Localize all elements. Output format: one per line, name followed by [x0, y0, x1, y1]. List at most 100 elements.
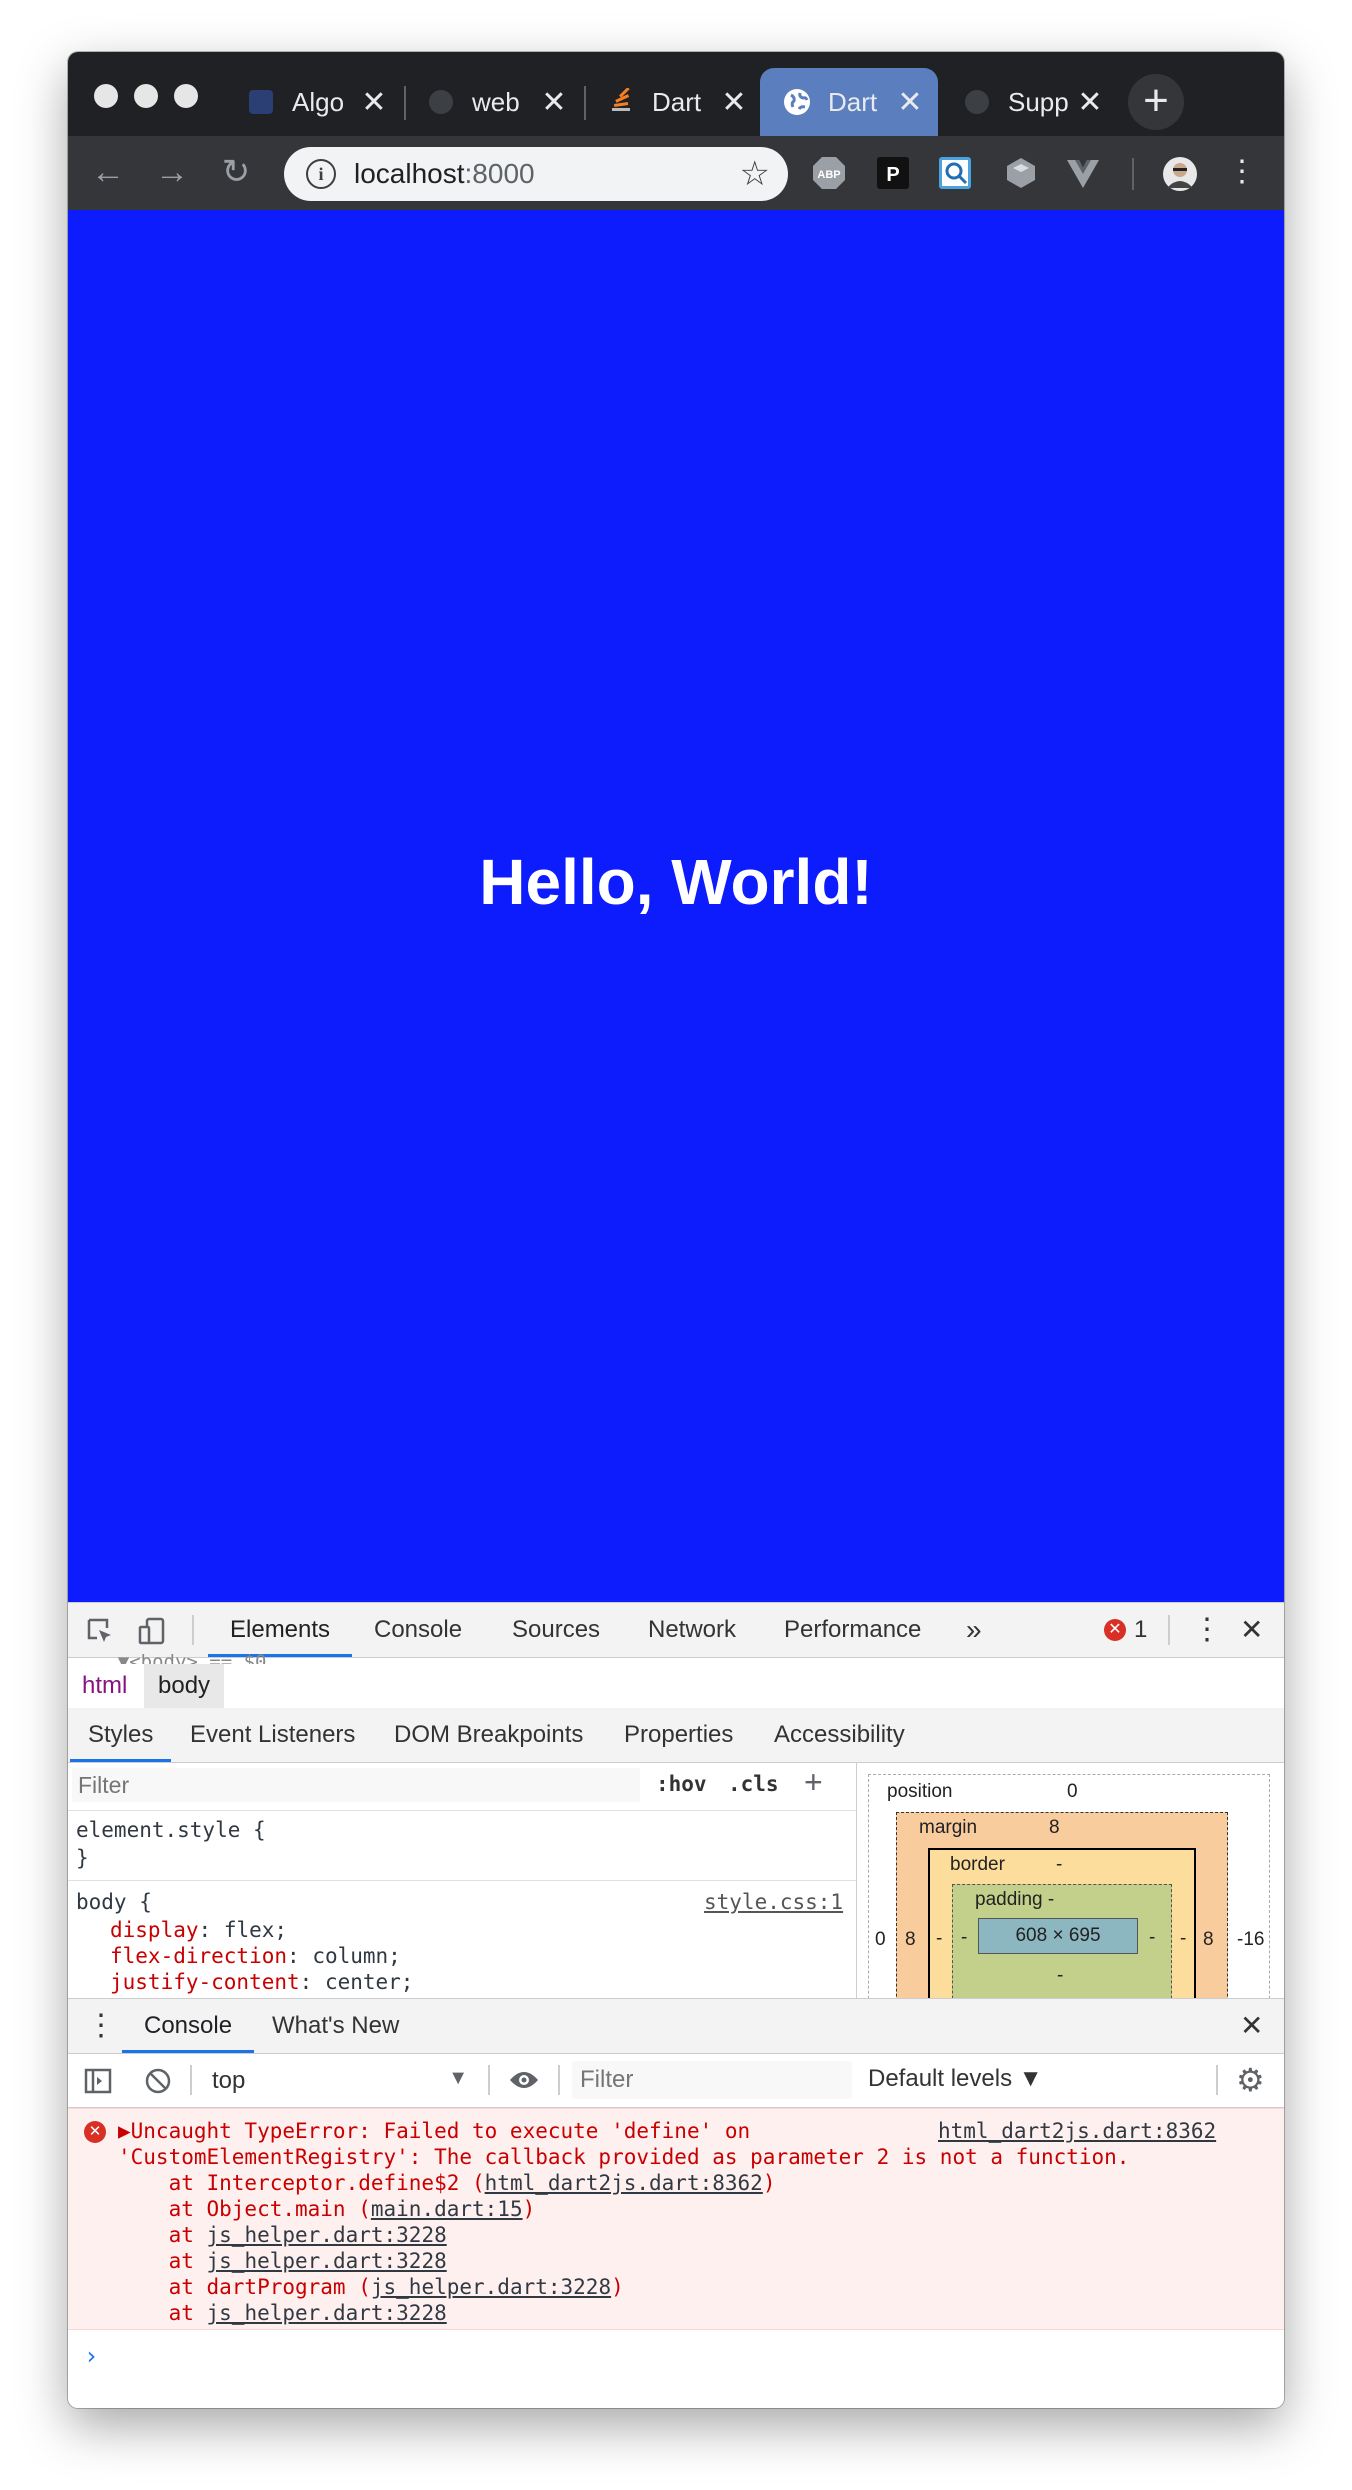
dom-tree-truncated[interactable]: ... ▼<body> == $0: [72, 1652, 266, 1664]
style-source-link[interactable]: style.css:1: [704, 1890, 843, 1914]
breadcrumb-html[interactable]: html: [68, 1664, 141, 1708]
new-style-rule-icon[interactable]: +: [804, 1764, 823, 1801]
breadcrumb: html body: [68, 1664, 1284, 1709]
error-icon[interactable]: ✕: [1104, 1619, 1126, 1641]
chrome-menu-icon[interactable]: ⋮: [1220, 150, 1264, 194]
tab-title: Dart: [828, 86, 878, 117]
stack-frame-link[interactable]: js_helper.dart:3228: [207, 2223, 447, 2247]
bookmark-star-icon[interactable]: ☆: [740, 154, 770, 194]
tab-web[interactable]: web ✕: [404, 68, 582, 136]
tab-algo[interactable]: Algo ✕: [224, 68, 402, 136]
console-settings-gear-icon[interactable]: ⚙: [1236, 2061, 1265, 2099]
tab-console[interactable]: Console: [374, 1603, 462, 1657]
tab-dart-active[interactable]: Dart ✕: [760, 68, 938, 136]
close-tab-icon[interactable]: ✕: [360, 85, 388, 120]
tab-accessibility[interactable]: Accessibility: [774, 1708, 905, 1762]
close-tab-icon[interactable]: ✕: [896, 85, 924, 120]
tab-styles[interactable]: Styles: [69, 1708, 172, 1762]
back-arrow-icon[interactable]: ←: [86, 150, 130, 194]
body-rule-selector[interactable]: body {: [76, 1890, 152, 1914]
margin-label: margin: [919, 1817, 978, 1838]
close-tab-icon[interactable]: ✕: [540, 85, 568, 120]
tab-title: web: [472, 86, 520, 117]
algo-favicon-icon: [246, 87, 276, 117]
elements-subtab-bar: Styles Event Listeners DOM Breakpoints P…: [68, 1708, 1284, 1763]
live-expression-eye-icon[interactable]: [508, 2066, 540, 2099]
breadcrumb-body[interactable]: body: [144, 1664, 225, 1708]
stack-frame-link[interactable]: js_helper.dart:3228: [371, 2275, 611, 2299]
more-tabs-icon[interactable]: »: [966, 1603, 982, 1657]
github-icon: [962, 87, 992, 117]
devtools-menu-icon[interactable]: ⋮: [1192, 1603, 1222, 1657]
element-style-selector[interactable]: element.style {: [76, 1818, 266, 1842]
p-extension-icon[interactable]: P: [876, 156, 910, 190]
rule-divider: [68, 1880, 856, 1881]
error-source-link[interactable]: html_dart2js.dart:8362: [938, 2119, 1216, 2143]
drawer-tab-console[interactable]: Console: [121, 1999, 255, 2053]
vue-devtools-icon[interactable]: [1066, 156, 1100, 190]
tab-network[interactable]: Network: [648, 1603, 736, 1657]
tab-properties[interactable]: Properties: [624, 1708, 733, 1762]
error-first-line[interactable]: ▶Uncaught TypeError: Failed to execute '…: [118, 2119, 750, 2143]
drawer-tab-whats-new[interactable]: What's New: [272, 1999, 399, 2053]
tab-event-listeners[interactable]: Event Listeners: [190, 1708, 355, 1762]
border-label: border: [950, 1854, 1005, 1875]
drawer-menu-icon[interactable]: ⋮: [86, 1999, 116, 2053]
close-drawer-icon[interactable]: ✕: [1240, 1999, 1263, 2053]
toolbar-divider: [1216, 2065, 1218, 2095]
tab-dart-stackoverflow[interactable]: Dart ✕: [584, 68, 762, 136]
new-tab-button[interactable]: +: [1128, 74, 1184, 130]
stack-frame-prefix: at: [118, 2223, 207, 2247]
css-property: flex-direction: [110, 1944, 288, 1968]
adblock-plus-icon[interactable]: ABP: [812, 156, 846, 190]
maximize-window-button[interactable]: [174, 84, 198, 108]
cube-extension-icon[interactable]: [1004, 156, 1038, 190]
address-bar[interactable]: i localhost:8000 ☆: [284, 147, 788, 201]
inspect-element-icon[interactable]: [86, 1617, 114, 1645]
tab-dom-breakpoints[interactable]: DOM Breakpoints: [394, 1708, 583, 1762]
console-sidebar-icon[interactable]: [84, 2067, 112, 2100]
close-tab-icon[interactable]: ✕: [1076, 85, 1104, 120]
styles-filter-input[interactable]: [72, 1768, 640, 1802]
stack-frame-link[interactable]: html_dart2js.dart:8362: [485, 2171, 763, 2195]
console-error-message[interactable]: ✕ ▶Uncaught TypeError: Failed to execute…: [68, 2108, 1284, 2330]
tab-sources[interactable]: Sources: [512, 1603, 600, 1657]
tab-elements[interactable]: Elements: [207, 1603, 353, 1657]
padding-right-value: -: [1149, 1927, 1156, 1948]
device-toolbar-icon[interactable]: [138, 1617, 166, 1645]
stack-frame: at js_helper.dart:3228: [118, 2301, 447, 2325]
source-link-text[interactable]: html_dart2js.dart:8362: [938, 2119, 1216, 2143]
close-devtools-icon[interactable]: ✕: [1240, 1603, 1263, 1657]
tab-performance[interactable]: Performance: [784, 1603, 921, 1657]
cls-toggle[interactable]: .cls: [728, 1772, 779, 1796]
forward-arrow-icon[interactable]: →: [150, 150, 194, 194]
log-levels-dropdown[interactable]: Default levels ▼: [868, 2065, 1043, 2093]
minimize-window-button[interactable]: [134, 84, 158, 108]
avatar[interactable]: [1162, 156, 1198, 192]
error-count[interactable]: 1: [1134, 1603, 1147, 1657]
close-tab-icon[interactable]: ✕: [720, 85, 748, 120]
css-declaration[interactable]: justify-content: center;: [110, 1970, 413, 1994]
css-property: display: [110, 1918, 199, 1942]
clear-console-icon[interactable]: [144, 2067, 172, 2100]
site-info-icon[interactable]: i: [306, 159, 336, 189]
stack-frame-link[interactable]: js_helper.dart:3228: [207, 2249, 447, 2273]
hov-toggle[interactable]: :hov: [656, 1772, 707, 1796]
search-extension-icon[interactable]: [938, 156, 972, 190]
close-window-button[interactable]: [94, 84, 118, 108]
toolbar-divider: [558, 2065, 560, 2095]
stack-frame-link[interactable]: js_helper.dart:3228: [207, 2301, 447, 2325]
css-declaration[interactable]: display: flex;: [110, 1918, 287, 1942]
box-model-content[interactable]: 608 × 695: [978, 1918, 1138, 1954]
tab-supp[interactable]: Supp ✕: [940, 68, 1118, 136]
tab-title: Dart: [652, 86, 702, 117]
stack-frame-prefix: at Interceptor.define$2 (: [118, 2171, 485, 2195]
context-selector[interactable]: top ▼: [208, 2061, 472, 2099]
page-viewport: Hello, World!: [68, 210, 1284, 1602]
stack-frame-link[interactable]: main.dart:15: [371, 2197, 523, 2221]
console-filter-input[interactable]: [572, 2061, 852, 2099]
console-prompt[interactable]: ›: [84, 2342, 98, 2370]
reload-icon[interactable]: ↻: [214, 150, 258, 194]
css-declaration[interactable]: flex-direction: column;: [110, 1944, 401, 1968]
position-right-value: -16: [1237, 1929, 1265, 1950]
